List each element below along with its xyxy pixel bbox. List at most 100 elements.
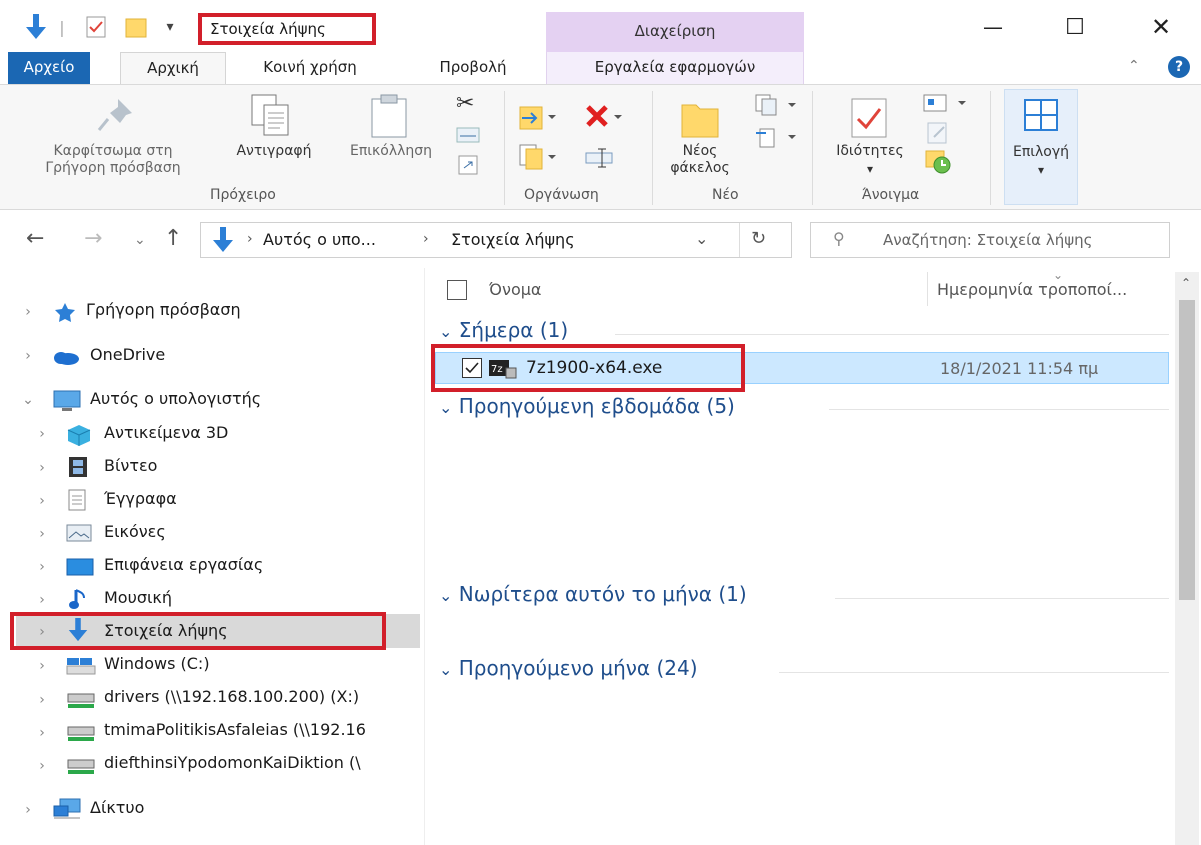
nav-this-pc[interactable]: Αυτός ο υπολογιστής xyxy=(90,389,261,408)
nav-onedrive[interactable]: OneDrive xyxy=(90,345,165,364)
collapse-ribbon-icon[interactable]: ⌃ xyxy=(1128,58,1140,74)
collapse-chevron-icon[interactable]: ⌄ xyxy=(20,392,36,408)
expand-chevron-icon[interactable]: › xyxy=(34,493,50,509)
computer-icon xyxy=(52,390,81,411)
tab-application-tools[interactable]: Εργαλεία εφαρμογών xyxy=(546,52,804,84)
title-bar: | ▾ Στοιχεία λήψης Διαχείριση — ☐ ✕ xyxy=(0,0,1201,54)
move-to-icon[interactable] xyxy=(518,103,558,135)
expand-chevron-icon[interactable]: › xyxy=(34,725,50,741)
cube-3d-icon xyxy=(66,424,91,446)
window-title: Στοιχεία λήψης xyxy=(198,13,376,45)
properties-dropdown-icon[interactable]: ▾ xyxy=(860,161,880,178)
expand-chevron-icon[interactable]: › xyxy=(34,559,50,575)
paste-shortcut-icon[interactable] xyxy=(458,155,478,179)
paste-icon[interactable] xyxy=(368,93,410,143)
nav-3d-objects[interactable]: Αντικείμενα 3D xyxy=(104,423,228,442)
properties-button[interactable]: Ιδιότητες xyxy=(820,143,920,160)
copy-button[interactable]: Αντιγραφή xyxy=(218,143,330,160)
nav-diefthinsi-drive[interactable]: diefthinsiYpodomonKaiDiktion (\ xyxy=(104,753,422,772)
nav-documents[interactable]: Έγγραφα xyxy=(104,489,177,508)
expand-chevron-icon[interactable]: › xyxy=(20,802,36,818)
breadcrumb-this-pc[interactable]: Αυτός ο υπο... xyxy=(263,230,376,249)
column-header-date-modified[interactable]: Ημερομηνία τροποποί... xyxy=(937,280,1169,299)
expand-chevron-icon[interactable]: › xyxy=(34,624,50,640)
expand-chevron-icon[interactable]: › xyxy=(34,692,50,708)
search-input[interactable]: ⚲ Αναζήτηση: Στοιχεία λήψης xyxy=(810,222,1170,258)
download-arrow-icon[interactable] xyxy=(22,14,50,40)
expand-chevron-icon[interactable]: › xyxy=(34,426,50,442)
nav-pictures[interactable]: Εικόνες xyxy=(104,522,166,541)
copy-path-icon[interactable] xyxy=(456,127,480,147)
properties-icon[interactable] xyxy=(850,97,890,143)
breadcrumb-downloads[interactable]: Στοιχεία λήψης xyxy=(451,230,575,249)
rename-icon[interactable] xyxy=(584,147,616,173)
group-today[interactable]: ⌄ Σήμερα (1) xyxy=(439,318,568,342)
expand-chevron-icon[interactable]: › xyxy=(34,658,50,674)
expand-chevron-icon[interactable]: › xyxy=(34,460,50,476)
scrollbar-thumb[interactable] xyxy=(1179,300,1195,600)
pin-icon[interactable] xyxy=(96,97,136,139)
address-bar[interactable]: › Αυτός ο υπο... › Στοιχεία λήψης ⌄ ↻ xyxy=(200,222,792,258)
easy-access-icon[interactable] xyxy=(752,125,800,153)
forward-arrow-icon[interactable]: → xyxy=(84,226,102,251)
group-earlier-this-month[interactable]: ⌄ Νωρίτερα αυτόν το μήνα (1) xyxy=(439,582,747,606)
history-icon[interactable] xyxy=(924,149,954,179)
tab-home[interactable]: Αρχική xyxy=(120,52,226,85)
paste-button[interactable]: Επικόλληση xyxy=(334,143,448,160)
nav-windows-c[interactable]: Windows (C:) xyxy=(104,654,210,673)
new-folder-icon[interactable] xyxy=(124,14,148,40)
properties-check-icon[interactable] xyxy=(84,14,108,40)
up-arrow-icon[interactable]: ↑ xyxy=(164,226,182,251)
back-arrow-icon[interactable]: ← xyxy=(26,226,44,251)
group-divider-line xyxy=(615,334,1169,335)
help-icon[interactable]: ? xyxy=(1168,56,1190,78)
recent-locations-chevron-icon[interactable]: ⌄ xyxy=(134,232,146,248)
nav-network[interactable]: Δίκτυο xyxy=(90,798,144,817)
vertical-scrollbar[interactable]: ⌃ xyxy=(1175,272,1199,845)
refresh-icon[interactable]: ↻ xyxy=(751,228,766,249)
breadcrumb-separator-icon: › xyxy=(423,231,429,247)
open-icon[interactable] xyxy=(922,93,970,117)
pin-quick-access-button[interactable]: Καρφίτσωμα στη Γρήγορη πρόσβαση xyxy=(20,143,206,177)
group-last-month[interactable]: ⌄ Προηγούμενο μήνα (24) xyxy=(439,656,698,680)
delete-icon[interactable] xyxy=(584,103,624,135)
close-button[interactable]: ✕ xyxy=(1136,8,1186,46)
desktop-icon xyxy=(66,558,94,578)
new-folder-icon[interactable] xyxy=(680,97,720,143)
nav-drivers-drive[interactable]: drivers (\\192.168.100.200) (X:) xyxy=(104,687,359,706)
nav-tmima-drive[interactable]: tmimaPolitikisAsfaleias (\\192.16 xyxy=(104,720,422,739)
toolbar-divider: | xyxy=(59,17,65,37)
nav-music[interactable]: Μουσική xyxy=(104,588,172,607)
group-last-week[interactable]: ⌄ Προηγούμενη εβδομάδα (5) xyxy=(439,394,735,418)
maximize-button[interactable]: ☐ xyxy=(1050,8,1100,46)
column-header-name[interactable]: Όνομα xyxy=(489,280,541,299)
tab-share[interactable]: Κοινή χρήση xyxy=(240,52,380,84)
tab-view[interactable]: Προβολή xyxy=(418,52,528,84)
edit-icon[interactable] xyxy=(926,121,950,149)
nav-videos[interactable]: Βίντεο xyxy=(104,456,157,475)
new-folder-button[interactable]: Νέος φάκελος xyxy=(660,143,740,177)
nav-downloads[interactable]: Στοιχεία λήψης xyxy=(104,621,228,640)
scroll-up-arrow-icon[interactable]: ⌃ xyxy=(1181,276,1191,290)
group-collapse-chevron-icon: ⌄ xyxy=(439,322,453,341)
expand-chevron-icon[interactable]: › xyxy=(34,758,50,774)
cut-icon[interactable]: ✂ xyxy=(456,91,474,116)
minimize-button[interactable]: — xyxy=(968,8,1018,46)
select-button[interactable]: Επιλογή ▾ xyxy=(1004,89,1078,205)
copy-to-icon[interactable] xyxy=(518,143,558,175)
expand-chevron-icon[interactable]: › xyxy=(20,304,36,320)
file-list: Όνομα ⌄ Ημερομηνία τροποποί... ⌄ Σήμερα … xyxy=(425,268,1201,845)
address-dropdown-icon[interactable]: ⌄ xyxy=(695,229,708,248)
select-all-checkbox[interactable] xyxy=(447,280,467,300)
nav-quick-access[interactable]: Γρήγορη πρόσβαση xyxy=(86,300,241,319)
group-earlier-this-month-label: Νωρίτερα αυτόν το μήνα (1) xyxy=(458,582,747,606)
nav-desktop[interactable]: Επιφάνεια εργασίας xyxy=(104,555,263,574)
copy-icon[interactable] xyxy=(250,93,292,143)
expand-chevron-icon[interactable]: › xyxy=(34,592,50,608)
ribbon-separator xyxy=(990,91,991,205)
customize-toolbar-icon[interactable]: ▾ xyxy=(160,14,180,40)
tab-file[interactable]: Αρχείο xyxy=(8,52,90,84)
new-item-icon[interactable] xyxy=(752,93,800,121)
expand-chevron-icon[interactable]: › xyxy=(34,526,50,542)
expand-chevron-icon[interactable]: › xyxy=(20,348,36,364)
